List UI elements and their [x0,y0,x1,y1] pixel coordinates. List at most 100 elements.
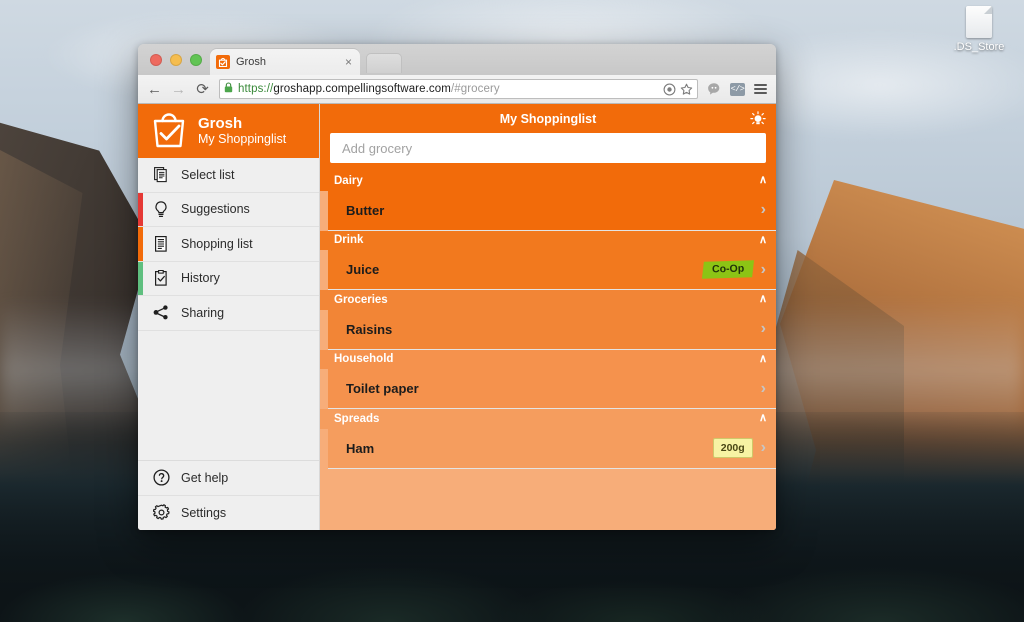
section-title: Groceries [334,293,388,306]
item-name: Toilet paper [346,381,419,396]
item-meta: › [761,321,766,337]
chevron-right-icon[interactable]: › [761,321,766,337]
list-item[interactable]: Raisins › [328,309,776,350]
file-icon [966,6,992,38]
sidebar-item-settings[interactable]: Settings [138,495,319,530]
accent-strip [138,227,143,261]
bookmark-star-icon[interactable] [680,83,693,96]
browser-tab-grosh[interactable]: Grosh × [210,49,360,75]
chevron-up-icon: ∧ [758,233,767,246]
item-name: Butter [346,202,385,218]
section-title: Drink [334,234,364,247]
app-sidebar: Grosh My Shoppinglist Select list Sugges… [138,104,320,530]
target-circle-icon[interactable] [663,83,676,96]
list-document-icon [152,235,170,252]
tab-title: Grosh [236,56,266,68]
item-name: Ham [346,440,375,456]
browser-toolbar: ← → ⟳ https://groshapp.compellingsoftwar… [138,75,776,104]
sidebar-item-select-list[interactable]: Select list [138,158,319,193]
chevron-right-icon[interactable]: › [761,202,766,218]
code-extension-icon[interactable]: </> [730,82,745,96]
clipboard-check-icon [152,270,170,286]
sidebar-item-label: Shopping list [181,236,253,251]
new-tab-button[interactable] [366,53,402,73]
section-header-groceries[interactable]: Groceries ∧ [320,290,776,310]
list-item[interactable]: Toilet paper › [328,369,776,409]
address-bar[interactable]: https://groshapp.compellingsoftware.com/… [219,79,698,99]
close-window-button[interactable] [150,53,162,66]
url-path: /#grocery [450,83,500,95]
section-header-drink[interactable]: Drink ∧ [320,230,776,250]
url-text: https://groshapp.compellingsoftware.com/… [238,83,500,95]
list-item[interactable]: Juice Co-Op › [328,250,776,290]
brand-text: Grosh My Shoppinglist [198,115,286,147]
chevron-right-icon[interactable]: › [761,440,766,456]
maximize-window-button[interactable] [190,53,202,66]
section-title: Dairy [334,174,363,187]
reload-button[interactable]: ⟳ [195,82,210,97]
list-item[interactable]: Butter › [328,190,776,231]
share-nodes-icon [152,305,170,320]
grocery-list: Dairy ∧ Butter › Drink ∧ Juice Co-Op › G… [320,171,776,530]
item-meta: 200g › [712,438,766,458]
close-tab-button[interactable]: × [343,56,354,68]
chrome-menu-icon[interactable] [754,84,767,94]
main-header: My Shoppinglist [320,104,776,171]
chevron-right-icon[interactable]: › [761,380,766,397]
sidebar-nav: Select list Suggestions Shopping list Hi… [138,158,319,331]
lightbulb-icon [152,201,170,218]
sidebar-bottom-nav: Get help Settings [138,460,319,530]
chevron-up-icon: ∧ [758,174,767,187]
browser-window: Grosh × ← → ⟳ https://groshapp.compellin… [138,44,776,530]
section-title: Household [334,353,394,366]
section-header-dairy[interactable]: Dairy ∧ [320,171,776,191]
shopping-bag-check-icon [150,109,188,154]
sidebar-item-label: Sharing [181,305,225,320]
forward-button[interactable]: → [171,82,186,97]
brand-name: Grosh [198,114,243,132]
desktop-file-label: .DS_Store [953,41,1005,53]
sidebar-item-label: Suggestions [181,202,250,217]
sidebar-item-history[interactable]: History [138,261,319,296]
chevron-up-icon: ∧ [758,412,767,425]
sidebar-item-label: Settings [181,505,227,520]
amount-badge: 200g [712,438,753,458]
page-title: My Shoppinglist [499,112,597,126]
sidebar-item-get-help[interactable]: Get help [138,461,319,496]
sidebar-item-suggestions[interactable]: Suggestions [138,192,319,227]
sidebar-spacer [138,330,319,460]
chevron-up-icon: ∧ [758,293,767,306]
list-item[interactable]: Ham 200g › [328,428,776,469]
accent-strip [138,192,143,226]
sidebar-item-sharing[interactable]: Sharing [138,296,319,331]
browser-tabstrip: Grosh × [138,44,776,75]
minimize-window-button[interactable] [170,53,182,66]
item-meta: Co-Op › [701,260,766,279]
grosh-app: Grosh My Shoppinglist Select list Sugges… [138,104,776,530]
gear-icon [152,504,170,521]
url-host: groshapp.compellingsoftware.com [273,83,451,95]
add-grocery-input[interactable] [330,133,766,163]
hangouts-icon[interactable] [707,82,721,96]
sidebar-item-label: History [181,271,220,286]
app-brand-header: Grosh My Shoppinglist [138,104,319,158]
section-header-spreads[interactable]: Spreads ∧ [320,409,776,429]
accent-strip [138,296,143,330]
sidebar-item-label: Select list [181,167,235,182]
question-circle-icon [152,469,170,486]
item-name: Raisins [346,321,393,337]
back-button[interactable]: ← [147,82,162,97]
sidebar-item-label: Get help [181,470,229,485]
chevron-right-icon[interactable]: › [761,261,766,278]
lightbulb-idea-icon[interactable] [749,110,767,128]
accent-strip [138,261,143,295]
accent-strip [138,158,143,192]
desktop-file-ds-store[interactable]: .DS_Store [940,6,1018,53]
url-scheme: https:// [238,83,274,95]
padlock-icon [224,82,233,96]
chevron-up-icon: ∧ [758,352,767,365]
shop-badge-label: Co-Op [711,262,744,276]
omnibox-icons [663,83,693,96]
sidebar-item-shopping-list[interactable]: Shopping list [138,227,319,262]
section-header-household[interactable]: Household ∧ [320,349,776,369]
